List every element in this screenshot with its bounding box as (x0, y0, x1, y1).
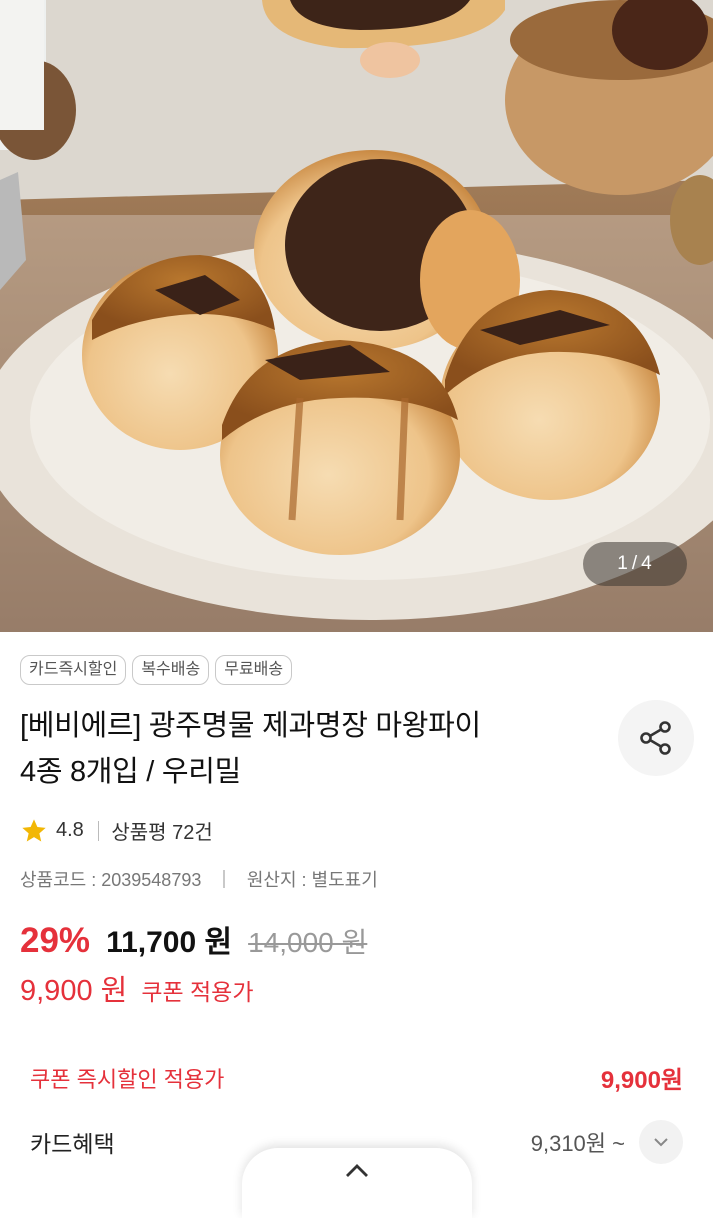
meta-divider (223, 870, 225, 888)
product-title: [베비에르] 광주명물 제과명장 마왕파이 4종 8개입 / 우리밀 (20, 703, 600, 795)
product-title-line1: [베비에르] 광주명물 제과명장 마왕파이 (20, 710, 481, 742)
review-count-link[interactable]: 상품평 72건 (111, 816, 212, 845)
image-counter-current: 1 (617, 553, 629, 574)
rating-divider (97, 820, 100, 841)
coupon-price: 9,900 원 (20, 975, 128, 1007)
discount-rate: 29% (20, 921, 91, 960)
chevron-down-icon (654, 1138, 668, 1147)
product-image-gallery[interactable]: 1 / 4 (0, 0, 713, 632)
sale-price: 11,700 원 (106, 926, 233, 959)
share-button[interactable] (618, 700, 694, 776)
product-code: 상품코드 : 2039548793 (20, 870, 202, 890)
instant-discount-label: 쿠폰 즉시할인 적용가 (30, 1066, 225, 1092)
card-benefit-value: 9,310원 ~ (530, 1131, 625, 1156)
image-counter: 1 / 4 (583, 542, 687, 586)
instant-discount-row: 쿠폰 즉시할인 적용가 9,900원 (30, 1060, 683, 1095)
coupon-price-row: 9,900 원 쿠폰 적용가 (20, 967, 254, 1009)
product-meta: 상품코드 : 2039548793 원산지 : 별도표기 (20, 866, 378, 892)
bottom-sheet-handle[interactable] (242, 1148, 472, 1218)
product-photo (0, 0, 713, 632)
card-benefit-right: 9,310원 ~ (531, 1120, 683, 1164)
star-icon (22, 818, 46, 841)
instant-discount-value: 9,900원 (600, 1067, 683, 1094)
price-row: 29% 11,700 원 14,000 원 (20, 917, 367, 961)
rating-score: 4.8 (56, 819, 84, 841)
image-counter-total: 4 (641, 553, 653, 574)
image-counter-separator: / (631, 553, 639, 574)
badge-multi-delivery: 복수배송 (132, 655, 210, 685)
share-icon (640, 721, 671, 755)
card-benefit-expand-button[interactable] (639, 1120, 683, 1164)
badge-card-discount: 카드즉시할인 (20, 655, 127, 685)
badge-free-shipping: 무료배송 (215, 655, 293, 685)
rating-summary[interactable]: 4.8 상품평 72건 (20, 816, 213, 845)
benefit-badges: 카드즉시할인 복수배송 무료배송 (20, 655, 293, 685)
card-benefit-label: 카드혜택 (30, 1131, 115, 1157)
product-title-line2: 4종 8개입 / 우리밀 (20, 756, 241, 788)
chevron-up-icon (346, 1164, 368, 1177)
coupon-price-label: 쿠폰 적용가 (141, 979, 254, 1005)
original-price: 14,000 원 (248, 927, 368, 958)
product-origin: 원산지 : 별도표기 (246, 870, 378, 890)
